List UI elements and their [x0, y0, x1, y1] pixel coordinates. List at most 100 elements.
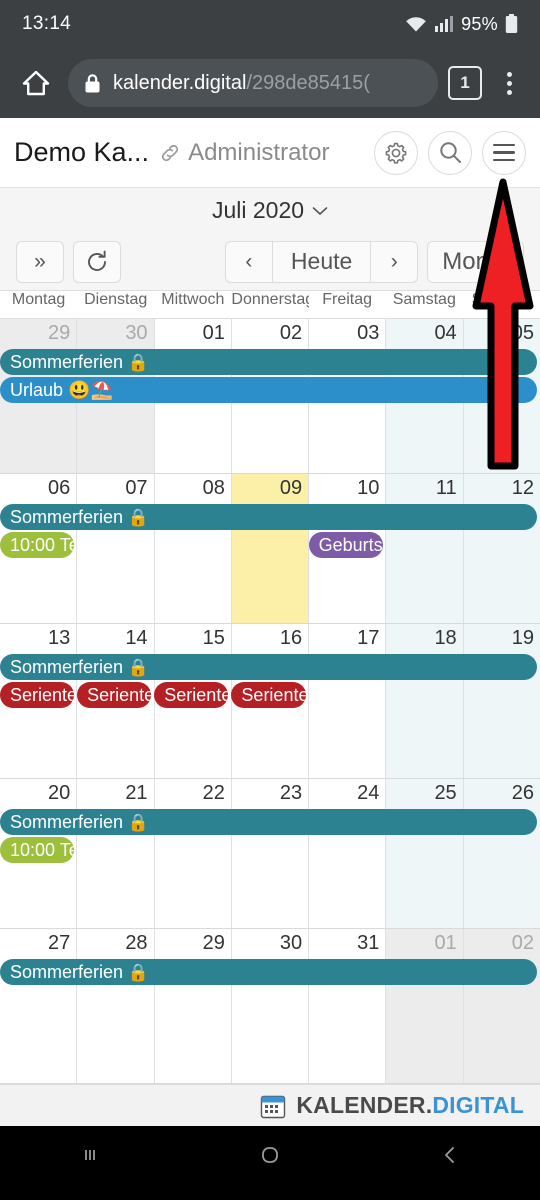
day-number: 06: [48, 477, 71, 499]
day-number: 08: [202, 477, 225, 499]
event-chip[interactable]: 10:00 Tea: [0, 837, 75, 863]
back-chevron-icon[interactable]: [437, 1142, 463, 1168]
battery-icon: [505, 14, 518, 33]
day-number: 27: [48, 932, 71, 954]
day-cell-01[interactable]: 01: [386, 929, 464, 1083]
home-circle-icon[interactable]: [256, 1141, 284, 1169]
month-selector[interactable]: Juli 2020: [0, 188, 540, 233]
week-events: Sommerferien 🔒: [0, 959, 540, 987]
event-title: Seriente: [87, 685, 152, 705]
day-cell-30[interactable]: 30: [232, 929, 310, 1083]
brand-primary: KALENDER.: [296, 1092, 433, 1118]
next-month-button[interactable]: ›: [370, 240, 419, 283]
week-events: Sommerferien 🔒 10:00 Tea: [0, 809, 540, 865]
event-chip[interactable]: Sommerferien 🔒: [0, 654, 537, 680]
day-number: 05: [511, 322, 534, 344]
lock-icon: 🔒: [123, 658, 149, 677]
week-events: Sommerferien 🔒 10:00 Tea Geburts: [0, 504, 540, 560]
day-cell-28[interactable]: 28: [77, 929, 155, 1083]
day-number: 31: [357, 932, 380, 954]
hamburger-menu-button[interactable]: [482, 130, 526, 175]
day-cell-27[interactable]: 27: [0, 929, 78, 1083]
day-number: 04: [434, 322, 457, 344]
event-row: Sommerferien 🔒: [0, 654, 540, 682]
expand-sidebar-button[interactable]: »: [16, 240, 64, 283]
prev-month-button[interactable]: ‹: [224, 240, 273, 283]
view-mode-button[interactable]: Monat: [427, 240, 524, 283]
event-row: Sommerferien 🔒: [0, 349, 540, 377]
event-chip[interactable]: Sommerferien 🔒: [0, 349, 537, 375]
app-footer: KALENDER.DIGITAL: [0, 1084, 540, 1126]
event-chip[interactable]: 10:00 Tea: [0, 532, 75, 558]
weekday-2: Dienstag: [84, 291, 148, 308]
day-number: 01: [434, 932, 457, 954]
event-chip[interactable]: Seriente: [0, 682, 75, 708]
event-title: Sommerferien: [10, 352, 124, 372]
event-chip[interactable]: Seriente: [231, 682, 306, 708]
weekday-4: Donnerstag: [231, 291, 309, 308]
event-title: Urlaub 😃⛱️: [10, 380, 113, 400]
day-number: 29: [202, 932, 225, 954]
day-number: 03: [357, 322, 380, 344]
calendar-grid: 29 30 01 02 03 04 05 Sommerferien 🔒 Urlaub 😃⛱️ 06…: [0, 319, 540, 1084]
event-chip[interactable]: Sommerferien 🔒: [0, 809, 537, 835]
browser-toolbar: kalender.digital/298de85415( 1: [0, 48, 540, 118]
recents-icon[interactable]: [77, 1142, 103, 1168]
day-number: 16: [279, 627, 303, 649]
settings-button[interactable]: [374, 130, 418, 175]
event-title: 10:00 Tea: [10, 535, 75, 555]
home-icon: [22, 70, 50, 96]
event-row: Sommerferien 🔒: [0, 504, 540, 532]
hamburger-menu-icon: [493, 143, 515, 162]
lock-icon: [85, 73, 100, 92]
signal-icon: [435, 16, 454, 32]
status-clock: 13:14: [22, 13, 72, 34]
day-cell-29[interactable]: 29: [155, 929, 232, 1083]
week-events: Sommerferien 🔒 Seriente Seriente Seriente Se…: [0, 654, 540, 710]
brand-logo[interactable]: KALENDER.DIGITAL: [296, 1092, 524, 1119]
day-number: 30: [279, 932, 303, 954]
today-button[interactable]: Heute: [271, 240, 372, 283]
weekday-3: Mittwoch: [161, 291, 225, 308]
event-row: 10:00 Tea: [0, 837, 540, 865]
day-cell-02[interactable]: 02: [463, 929, 540, 1083]
day-number: 28: [125, 932, 148, 954]
week-events: Sommerferien 🔒 Urlaub 😃⛱️: [0, 349, 540, 405]
event-chip[interactable]: Seriente: [154, 682, 229, 708]
day-number: 23: [279, 782, 303, 804]
day-number: 14: [125, 627, 148, 649]
brand-accent: DIGITAL: [432, 1092, 524, 1118]
event-title: Sommerferien: [10, 962, 124, 982]
event-chip[interactable]: Urlaub 😃⛱️: [0, 377, 537, 403]
lock-icon: 🔒: [123, 963, 149, 982]
battery-percent: 95%: [461, 13, 498, 34]
kebab-menu-icon: [506, 71, 512, 77]
day-number: 12: [511, 477, 534, 499]
event-chip[interactable]: Sommerferien 🔒: [0, 959, 537, 985]
weekday-5: Freitag: [322, 291, 373, 308]
browser-menu-button[interactable]: [492, 66, 526, 100]
weekday-6: Samstag: [392, 291, 456, 308]
search-button[interactable]: [428, 130, 472, 175]
url-bar[interactable]: kalender.digital/298de85415(: [68, 59, 438, 107]
weekday-1: Montag: [11, 291, 66, 308]
day-number: 24: [357, 782, 380, 804]
home-button[interactable]: [14, 61, 58, 105]
day-number: 09: [279, 477, 303, 499]
day-number: 21: [125, 782, 148, 804]
event-chip[interactable]: Seriente: [77, 682, 152, 708]
event-title: Geburts: [318, 535, 383, 555]
event-chip[interactable]: Sommerferien 🔒: [0, 504, 537, 530]
day-number: 26: [511, 782, 534, 804]
day-cell-31[interactable]: 31: [309, 929, 387, 1083]
tab-switcher-button[interactable]: 1: [448, 66, 482, 100]
day-number: 30: [125, 322, 148, 344]
android-status-bar: 13:14 95%: [0, 0, 540, 48]
month-label: Juli 2020: [211, 197, 305, 223]
calendar-icon: [261, 1095, 286, 1118]
refresh-button[interactable]: [73, 240, 121, 283]
refresh-icon: [88, 250, 106, 271]
search-icon: [439, 142, 461, 163]
lock-icon: 🔒: [123, 813, 149, 832]
event-chip[interactable]: Geburts: [308, 532, 383, 558]
